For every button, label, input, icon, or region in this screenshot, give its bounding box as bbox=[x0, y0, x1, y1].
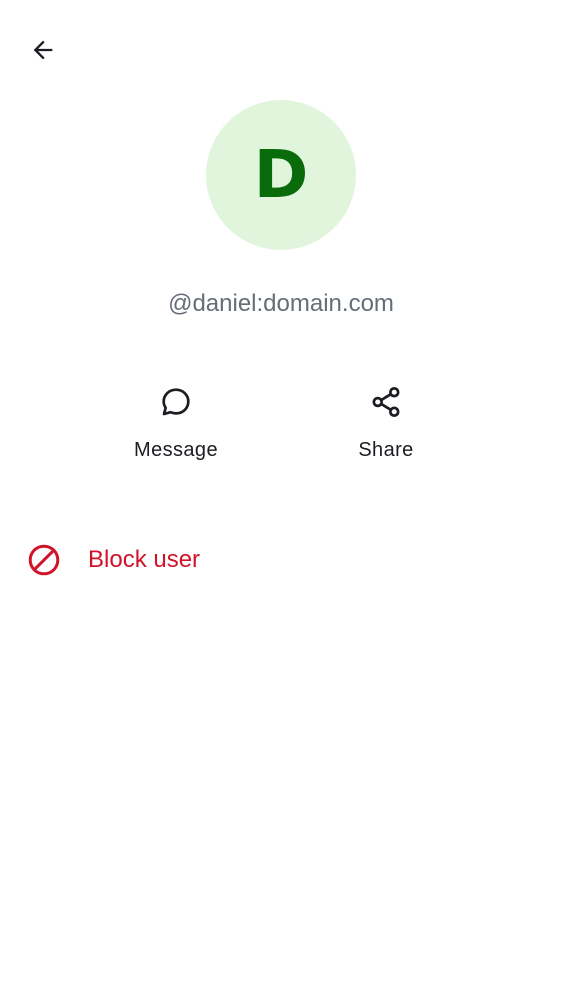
chat-bubble-icon bbox=[152, 378, 200, 426]
user-profile-screen: D @daniel:domain.com Message Share Block… bbox=[0, 0, 562, 1000]
share-label: Share bbox=[358, 439, 414, 461]
block-user-label: Block user bbox=[88, 546, 201, 573]
avatar-letter: D bbox=[253, 136, 309, 213]
block-user-button[interactable]: Block user bbox=[0, 530, 562, 590]
message-label: Message bbox=[134, 439, 218, 461]
share-button[interactable]: Share bbox=[316, 378, 456, 478]
block-icon bbox=[26, 542, 62, 578]
back-button[interactable] bbox=[19, 26, 67, 74]
message-button[interactable]: Message bbox=[106, 378, 246, 478]
share-icon bbox=[362, 378, 410, 426]
avatar: D bbox=[206, 100, 356, 250]
user-id: @daniel:domain.com bbox=[168, 290, 394, 317]
arrow-left-icon bbox=[33, 40, 53, 60]
